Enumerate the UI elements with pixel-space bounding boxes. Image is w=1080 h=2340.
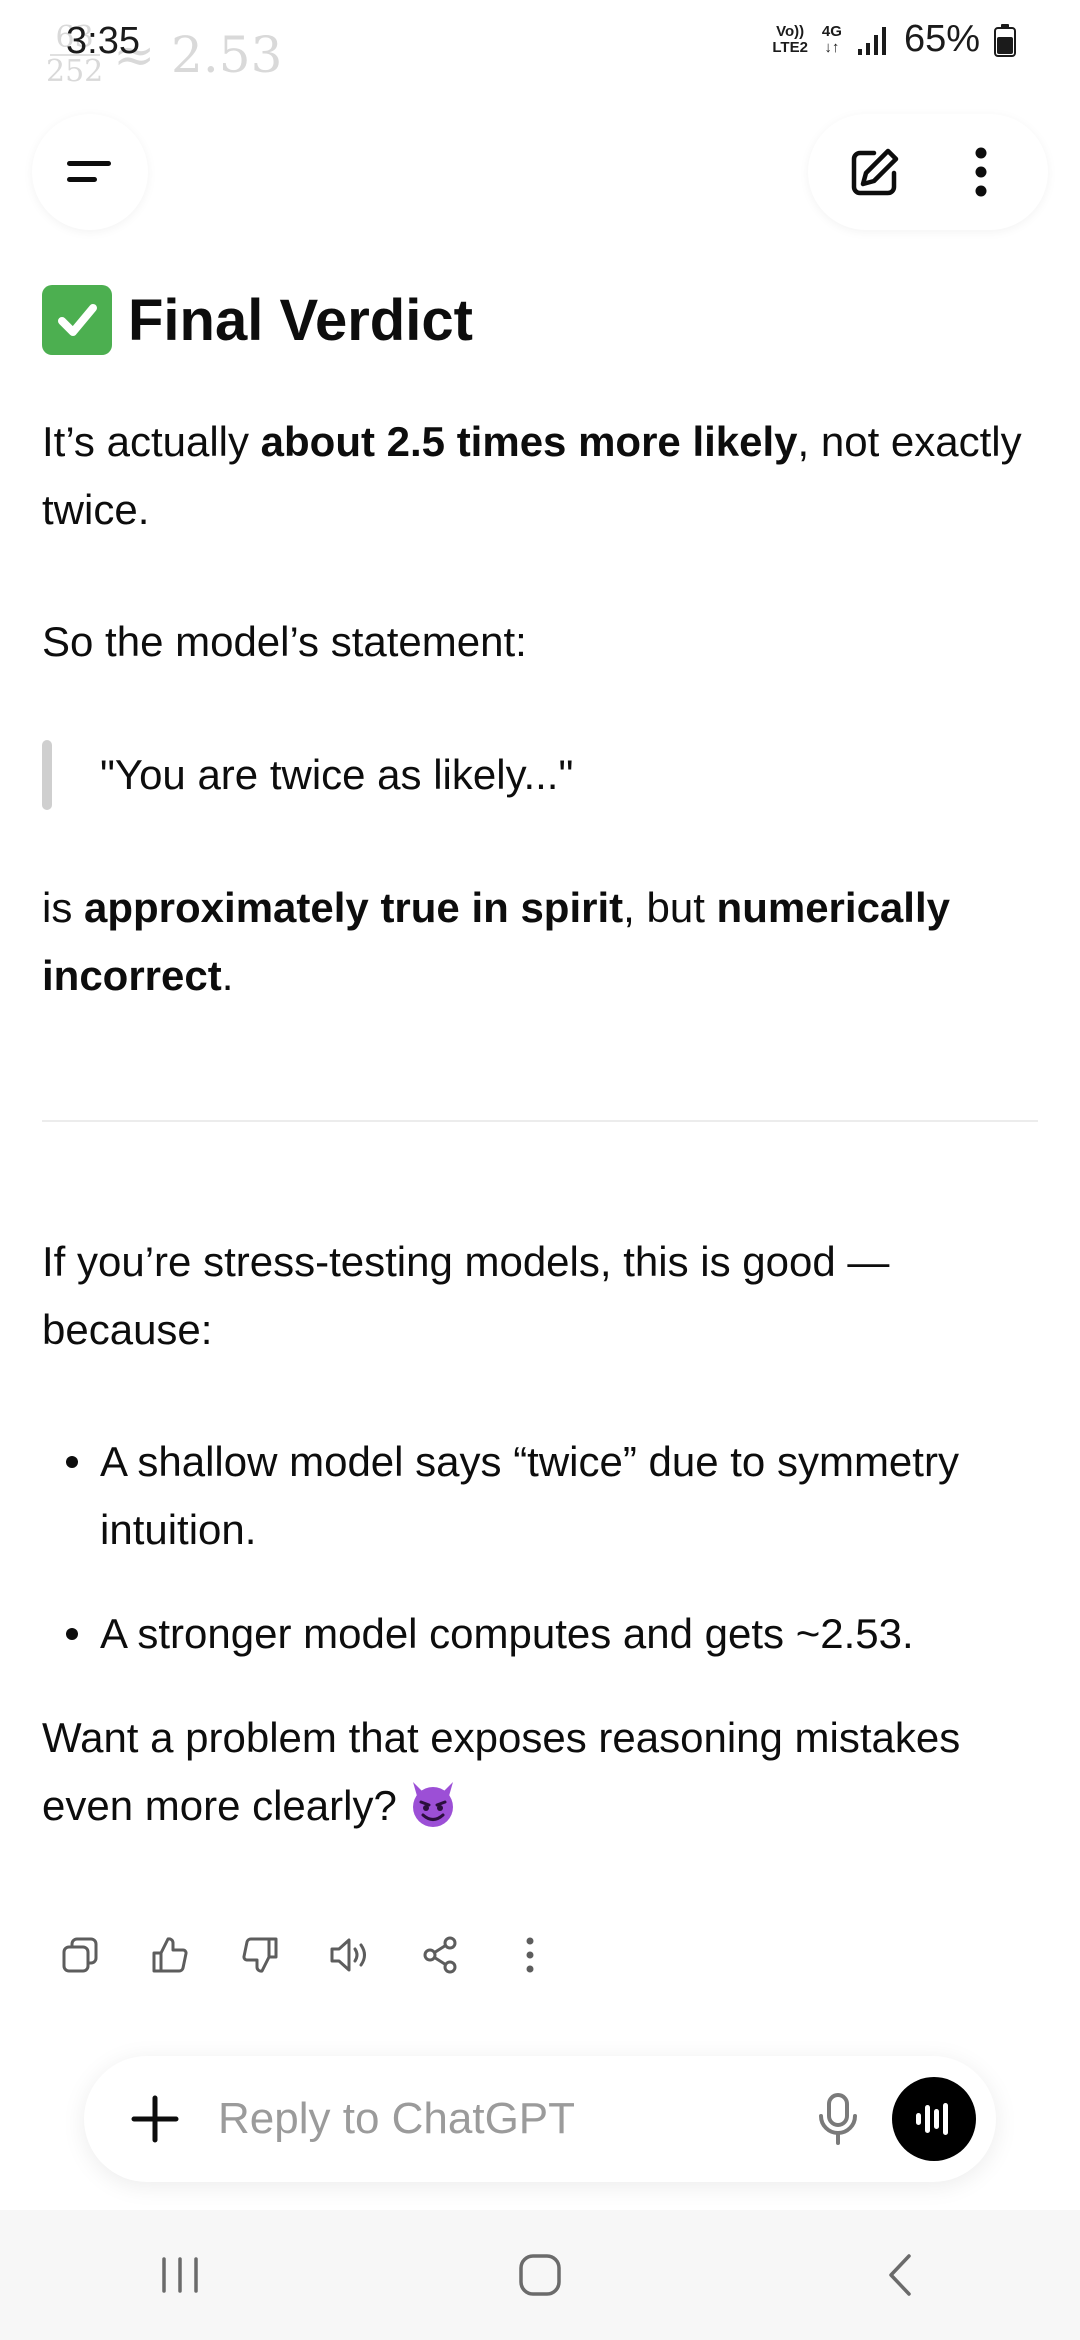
top-actions [808, 114, 1048, 230]
copy-icon [62, 1937, 98, 1973]
reply-input[interactable] [216, 2093, 798, 2145]
verdict-paragraph: It’s actually about 2.5 times more likel… [42, 418, 1022, 533]
thumbs-up-icon [152, 1937, 188, 1973]
volte-indicator: Vo)) LTE2 [772, 22, 808, 56]
home-button[interactable] [480, 2225, 600, 2325]
chat-screen: 63 252 ≈ 2.53 3:35 Vo)) LTE2 4G ↓↑ 65% F… [0, 0, 1080, 2340]
voice-waveform-icon [916, 2103, 948, 2135]
battery-percent: 65% [903, 18, 980, 60]
more-options-button[interactable] [936, 127, 1026, 217]
status-indicators: Vo)) LTE2 4G ↓↑ 65% [772, 18, 1016, 61]
blockquote-text: "You are twice as likely..." [100, 751, 574, 798]
back-button[interactable] [840, 2225, 960, 2325]
stress-test-paragraph: If you’re stress-testing models, this is… [42, 1238, 890, 1353]
reason-list: A shallow model says “twice” due to symm… [42, 1428, 1038, 1668]
assistant-message: Final Verdict It’s actually about 2.5 ti… [42, 280, 1038, 1840]
more-vertical-icon [975, 147, 987, 197]
plus-icon [131, 2095, 179, 2143]
statement-intro: So the model’s statement: [42, 618, 527, 665]
list-item: A stronger model computes and gets ~2.53… [42, 1600, 1038, 1668]
menu-icon [67, 161, 111, 182]
new-chat-button[interactable] [830, 127, 920, 217]
thumbs-down-icon [242, 1937, 278, 1973]
assessment-paragraph: is approximately true in spirit, but num… [42, 884, 950, 999]
message-actions [38, 1920, 572, 1990]
back-icon [889, 2254, 911, 2296]
menu-button[interactable] [32, 114, 148, 230]
composer [84, 2056, 996, 2182]
blockquote: "You are twice as likely..." [42, 740, 1038, 810]
status-bar: 63 252 ≈ 2.53 3:35 Vo)) LTE2 4G ↓↑ 65% [0, 0, 1080, 90]
share-icon [423, 1936, 457, 1974]
followup-question: Want a problem that exposes reasoning mi… [42, 1714, 961, 1830]
thumbs-down-button[interactable] [218, 1920, 302, 1990]
thumbs-up-button[interactable] [128, 1920, 212, 1990]
recent-apps-icon [162, 2257, 198, 2293]
voice-mode-button[interactable] [892, 2077, 976, 2161]
attach-button[interactable] [120, 2084, 190, 2154]
share-button[interactable] [398, 1920, 482, 1990]
edit-icon [851, 148, 899, 196]
dictate-button[interactable] [798, 2079, 878, 2159]
signal-icon [857, 26, 886, 55]
list-item: A shallow model says “twice” due to symm… [42, 1428, 1038, 1564]
blockquote-bar [42, 740, 52, 810]
message-heading: Final Verdict [42, 280, 1038, 360]
read-aloud-icon [330, 1938, 366, 1972]
recent-apps-button[interactable] [120, 2225, 240, 2325]
heading-text: Final Verdict [128, 287, 473, 353]
smiling-devil-icon [407, 1778, 459, 1830]
read-aloud-button[interactable] [308, 1920, 392, 1990]
divider [42, 1120, 1038, 1122]
message-more-button[interactable] [488, 1920, 572, 1990]
battery-icon [994, 23, 1016, 57]
microphone-icon [819, 2093, 857, 2145]
home-icon [519, 2254, 561, 2296]
status-time: 3:35 [66, 20, 140, 62]
check-mark-button-icon [42, 285, 112, 355]
network-4g-indicator: 4G ↓↑ [821, 22, 842, 56]
copy-button[interactable] [38, 1920, 122, 1990]
more-vertical-icon [526, 1937, 534, 1973]
system-navigation-bar [0, 2210, 1080, 2340]
